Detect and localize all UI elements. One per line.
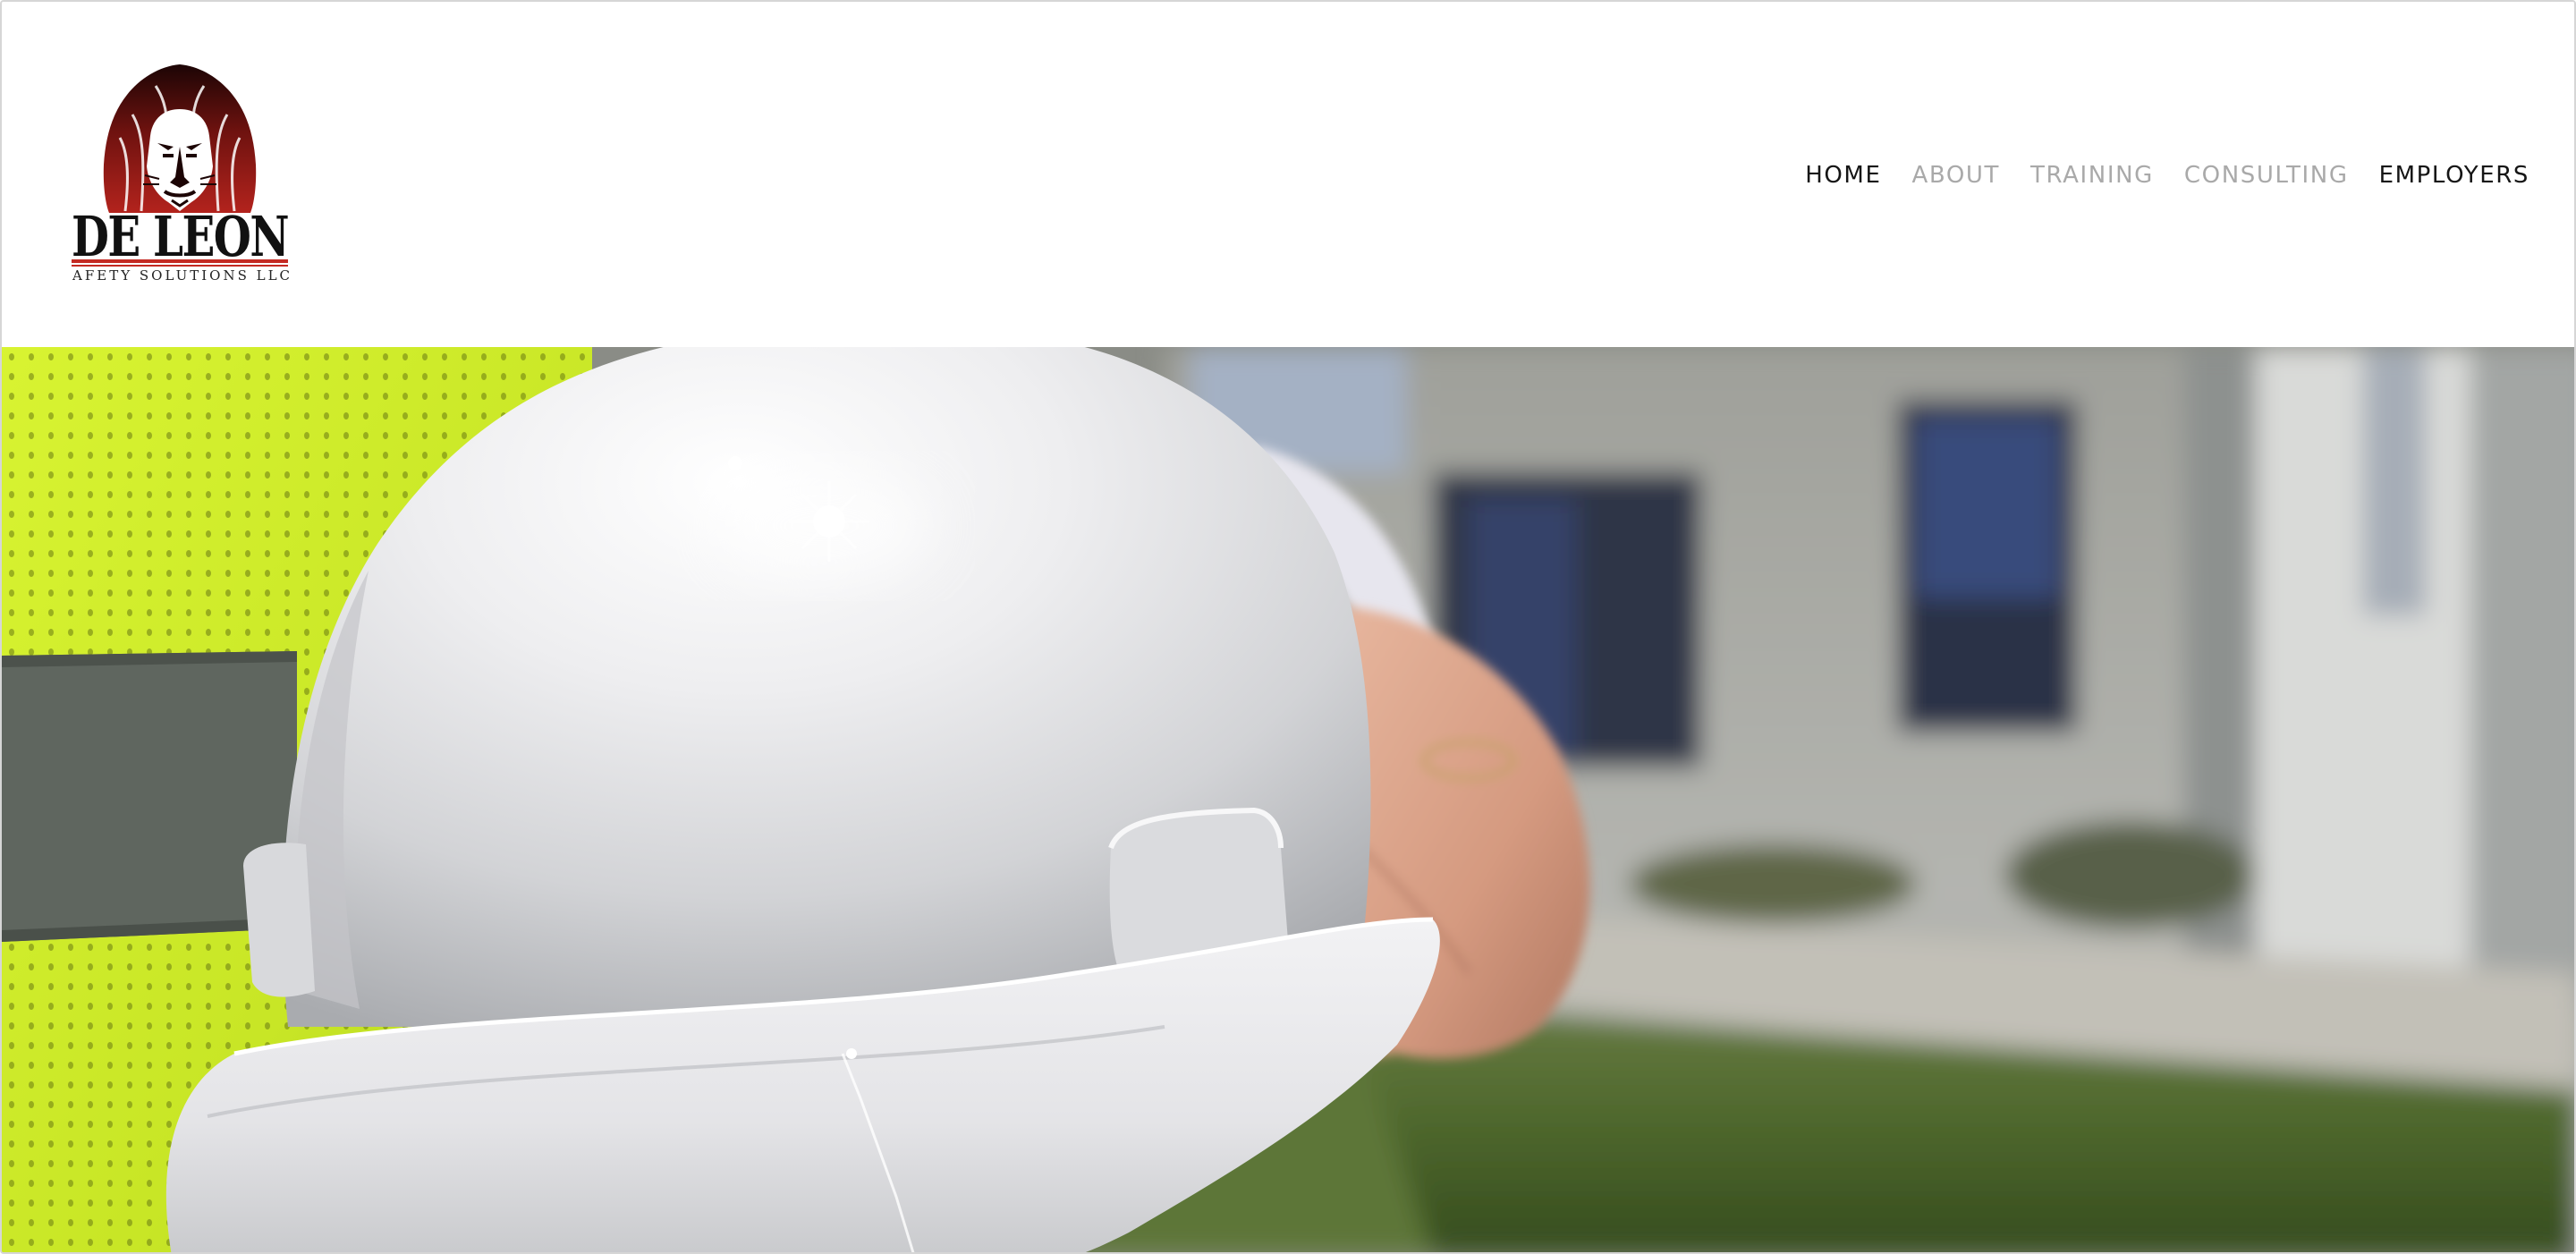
nav-training[interactable]: TRAINING: [2030, 157, 2154, 193]
nav-about[interactable]: ABOUT: [1912, 157, 2001, 193]
brand-logo[interactable]: DE LEON SAFETY SOLUTIONS LLC.: [70, 61, 290, 283]
hero-banner: [2, 347, 2574, 1252]
logo-rule: [72, 259, 288, 263]
hard-hat-image: [2, 347, 2574, 1252]
site-header: DE LEON SAFETY SOLUTIONS LLC. HOME ABOUT…: [2, 2, 2574, 347]
nav-employers[interactable]: EMPLOYERS: [2379, 157, 2529, 193]
brand-tagline: SAFETY SOLUTIONS LLC.: [70, 267, 290, 283]
page: DE LEON SAFETY SOLUTIONS LLC. HOME ABOUT…: [0, 0, 2576, 1254]
nav-consulting[interactable]: CONSULTING: [2184, 157, 2349, 193]
lion-head-icon: DE LEON SAFETY SOLUTIONS LLC.: [70, 64, 290, 283]
main-nav: HOME ABOUT TRAINING CONSULTING EMPLOYERS: [1805, 157, 2529, 193]
nav-home[interactable]: HOME: [1805, 157, 1881, 193]
